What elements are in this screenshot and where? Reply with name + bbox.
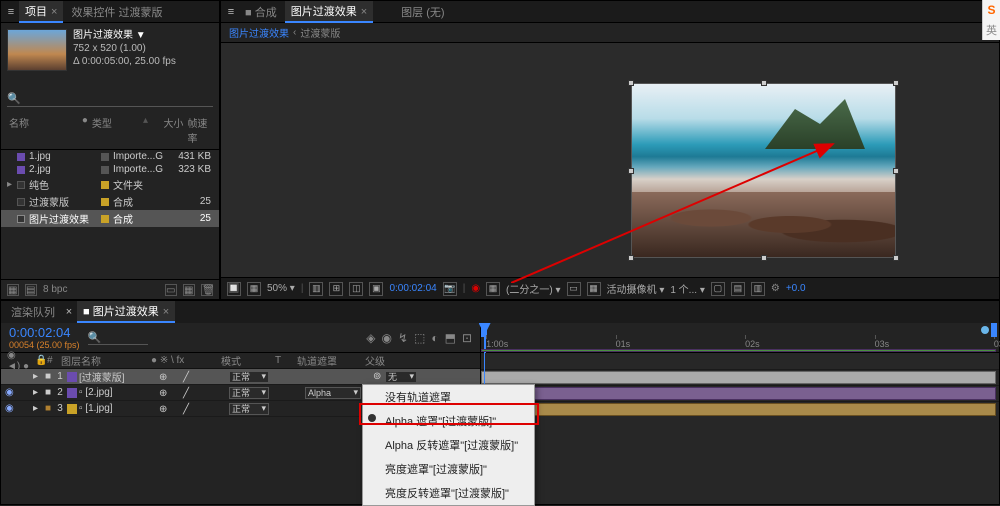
breadcrumb-item[interactable]: 图片过渡效果 [229, 25, 289, 40]
exposure-icon[interactable]: ⚙ [771, 283, 780, 294]
timeline-layer[interactable]: ▸ ■ 1 [过渡蒙版] ⊕╱ 正常▾ ⊚ 无▾ [1, 369, 480, 385]
transform-handle[interactable] [893, 255, 899, 261]
bin-item[interactable]: 1.jpgImporte...G431 KB [1, 150, 219, 163]
snapshot-icon[interactable]: 📷 [443, 282, 457, 296]
menu-item[interactable]: Alpha 遮罩"[过渡蒙版]" [363, 409, 534, 433]
graph-editor-icon[interactable]: ⬒ [445, 331, 456, 345]
visibility-toggle[interactable]: ◉ [5, 387, 19, 398]
bin-item[interactable]: 图片过渡效果合成25 [1, 210, 219, 227]
alpha-icon[interactable]: ▦ [247, 282, 261, 296]
menu-item[interactable]: 亮度遮罩"[过渡蒙版]" [363, 457, 534, 481]
track-matte-menu[interactable]: 没有轨道遮罩 Alpha 遮罩"[过渡蒙版]" Alpha 反转遮罩"[过渡蒙版… [362, 384, 535, 506]
layer-bar[interactable] [481, 387, 996, 400]
views-dropdown[interactable]: 1 个... ▾ [670, 281, 705, 296]
transform-handle[interactable] [628, 168, 634, 174]
comp-canvas[interactable] [631, 83, 896, 258]
pixel-aspect-icon[interactable]: ▢ [711, 282, 725, 296]
tab-effect-controls[interactable]: 效果控件 过渡蒙版 [65, 2, 168, 22]
interpret-icon[interactable]: ▦ [7, 284, 19, 296]
selected-metadata: 图片过渡效果 ▼ 752 x 520 (1.00) Δ 0:00:05:00, … [73, 29, 176, 68]
tab-layer[interactable]: 图层 (无) [395, 2, 450, 22]
menu-icon[interactable]: ≡ [5, 6, 17, 18]
current-time[interactable]: 0:00:02:04 [389, 283, 436, 294]
close-icon[interactable]: × [63, 306, 75, 318]
transform-handle[interactable] [761, 255, 767, 261]
breadcrumb: 图片过渡效果 ‹ 过渡蒙版 [221, 23, 999, 43]
timeline-columns: ◉ ◄) ● 🔒 # 图层名称 ● ※ \ fx 模式 T 轨道遮罩 父级 [1, 353, 480, 369]
search-input[interactable]: 🔍 [88, 331, 148, 345]
blend-mode-dropdown[interactable]: 正常▾ [229, 387, 269, 399]
camera-dropdown[interactable]: 活动摄像机 ▾ [607, 281, 665, 296]
magnify-icon[interactable]: 🔲 [227, 282, 241, 296]
timecode[interactable]: 0:00:02:04 00054 (25.00 fps) [9, 325, 80, 350]
ime-logo-icon: S [983, 0, 1000, 20]
selected-thumbnail [7, 29, 67, 71]
tab-render-queue[interactable]: 渲染队列 [5, 302, 61, 322]
work-area-end[interactable] [991, 323, 997, 337]
transform-handle[interactable] [628, 80, 634, 86]
timeline-icon[interactable]: ▥ [751, 282, 765, 296]
search-input[interactable]: 🔍 [7, 91, 213, 107]
transform-handle[interactable] [761, 80, 767, 86]
motion-blur-icon[interactable]: ◐ [431, 331, 438, 345]
tab-project[interactable]: 项目× [19, 1, 63, 23]
menu-item[interactable]: 没有轨道遮罩 [363, 385, 534, 409]
close-icon[interactable]: × [51, 6, 57, 18]
trash-icon[interactable]: 🗑 [201, 284, 213, 296]
transparency-icon[interactable]: ▦ [486, 282, 500, 296]
hide-shy-icon[interactable]: ↯ [398, 331, 408, 345]
close-icon[interactable]: × [361, 6, 367, 18]
fast-preview-icon[interactable]: ▭ [567, 282, 581, 296]
resolution-dropdown[interactable]: (二分之一) ▾ [506, 281, 560, 296]
transform-handle[interactable] [628, 255, 634, 261]
guides-icon[interactable]: ◫ [349, 282, 363, 296]
menu-item[interactable]: Alpha 反转遮罩"[过渡蒙版]" [363, 433, 534, 457]
preview-image [632, 84, 895, 257]
project-columns: 名称 ● 类型 ▴ 大小 帧速率 [1, 111, 219, 150]
tab-composition[interactable]: ■ 合成 [239, 2, 283, 22]
transform-handle[interactable] [893, 80, 899, 86]
zoom-dropdown[interactable]: 50% ▾ [267, 283, 295, 294]
menu-item[interactable]: 亮度反转遮罩"[过渡蒙版]" [363, 481, 534, 505]
mask-icon[interactable]: ▣ [369, 282, 383, 296]
transform-handle[interactable] [893, 168, 899, 174]
comp-mini-flow-icon[interactable]: ◈ [366, 331, 375, 345]
layer-bar[interactable] [481, 403, 996, 416]
visibility-toggle[interactable]: ◉ [5, 403, 19, 414]
viewer-toolbar: 🔲 ▦ 50% ▾ | ▥ ⊞ ◫ ▣ 0:00:02:04 📷 | ◉ ▦ (… [221, 277, 999, 299]
exposure-value[interactable]: +0.0 [786, 283, 806, 294]
new-comp-icon[interactable]: ▦ [183, 284, 195, 296]
composition-viewer[interactable] [221, 43, 999, 277]
3d-icon[interactable]: ▦ [587, 282, 601, 296]
parent-dropdown[interactable]: 无▾ [385, 371, 417, 383]
tab-timeline-comp[interactable]: ■ 图片过渡效果× [77, 301, 175, 323]
region-icon[interactable]: ◉ [471, 283, 480, 294]
breadcrumb-item[interactable]: 过渡蒙版 [300, 25, 340, 40]
frame-blend-icon[interactable]: ⬚ [414, 331, 425, 345]
new-bin-icon[interactable]: ▭ [165, 284, 177, 296]
time-ruler[interactable]: 1:00s 01s 02s 03s 03s [481, 323, 999, 352]
res-icon[interactable]: ▥ [309, 282, 323, 296]
search-icon: 🔍 [7, 92, 21, 105]
layer-bar[interactable] [481, 371, 996, 384]
flowchart-icon[interactable]: ▤ [25, 284, 37, 296]
bin-item[interactable]: ▸纯色文件夹 [1, 176, 219, 193]
tab-comp-view[interactable]: 图片过渡效果× [285, 1, 373, 23]
project-footer: ▦ ▤ 8 bpc ▭ ▦ 🗑 [1, 279, 219, 299]
blend-mode-dropdown[interactable]: 正常▾ [229, 403, 269, 415]
ime-lang[interactable]: 英 [983, 20, 1000, 40]
menu-icon[interactable]: ≡ [225, 6, 237, 18]
check-icon [368, 414, 376, 422]
brainstorm-icon[interactable]: ⊡ [462, 331, 472, 345]
bin-item[interactable]: 2.jpgImporte...G323 KB [1, 163, 219, 176]
grid-icon[interactable]: ⊞ [329, 282, 343, 296]
timeline-tracks[interactable] [481, 353, 999, 504]
fast-draft-icon[interactable]: ▤ [731, 282, 745, 296]
bin-item[interactable]: 过渡蒙版合成25 [1, 193, 219, 210]
draft-3d-icon[interactable]: ◉ [381, 331, 391, 345]
blend-mode-dropdown[interactable]: 正常▾ [229, 371, 269, 383]
project-bin[interactable]: 1.jpgImporte...G431 KB 2.jpgImporte...G3… [1, 150, 219, 279]
track-matte-dropdown[interactable]: Alpha▾ [305, 387, 361, 399]
ime-indicator[interactable]: S 英 [982, 0, 1000, 40]
